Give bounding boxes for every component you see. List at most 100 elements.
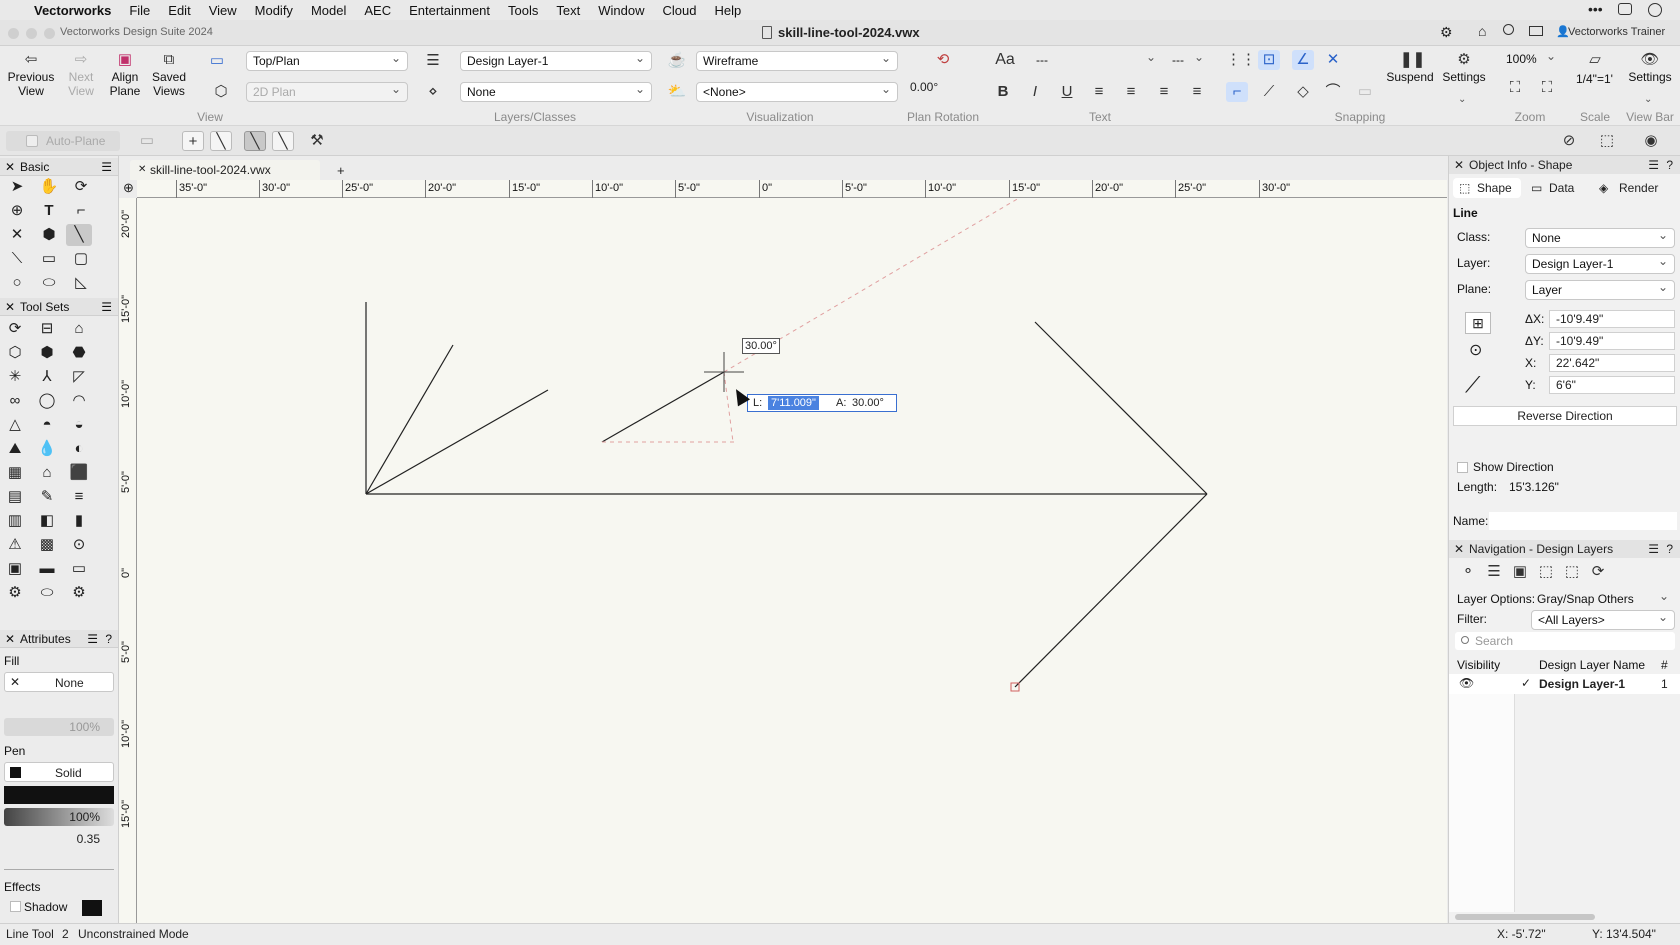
menu-file[interactable]: File <box>120 3 159 18</box>
tool-set-icon[interactable]: ▭ <box>66 558 92 580</box>
tool-set-icon[interactable]: ⬛ <box>66 462 92 484</box>
justify-icon[interactable]: ≡ <box>1186 82 1208 102</box>
tool-set-icon[interactable]: ⬡ <box>2 342 28 364</box>
x-field[interactable]: 22'.642" <box>1549 354 1675 372</box>
light-icon[interactable]: ⛅ <box>666 82 688 102</box>
pen-color-swatch[interactable] <box>4 786 114 804</box>
layer-search-input[interactable]: Search <box>1455 632 1675 650</box>
nav-viewport-icon[interactable]: ⬚ <box>1535 562 1557 582</box>
tool-set-icon[interactable]: ⌂ <box>34 462 60 484</box>
tool-set-icon[interactable]: ✳ <box>2 366 28 388</box>
arc-tool[interactable]: ◺ <box>68 272 94 294</box>
pan-tool[interactable]: ✋ <box>36 176 62 198</box>
menu-app[interactable]: Vectorworks <box>25 3 120 18</box>
circle-tool[interactable]: ○ <box>4 272 30 294</box>
double-line-tool[interactable]: ⟍ <box>4 248 30 270</box>
locus-tool[interactable]: ✕ <box>4 224 30 246</box>
snap-working-plane-icon[interactable]: ▭ <box>1354 82 1376 102</box>
snap-settings-button[interactable]: ⚙ Settings <box>1438 52 1490 85</box>
control-center-icon[interactable] <box>1618 3 1632 15</box>
bold-icon[interactable]: B <box>992 82 1014 102</box>
tool-set-icon[interactable]: ⌂ <box>66 318 92 340</box>
tool-set-icon[interactable]: ∞ <box>2 390 28 412</box>
shadow-color-swatch[interactable] <box>82 900 102 916</box>
mode-settings-icon[interactable]: ⚒ <box>306 131 328 151</box>
tool-set-icon[interactable]: ◧ <box>34 510 60 532</box>
plane-icon[interactable]: ▭ <box>136 131 158 151</box>
align-center-icon[interactable]: ≡ <box>1120 82 1142 102</box>
filter-select[interactable]: <All Layers> <box>1531 608 1675 630</box>
menu-edit[interactable]: Edit <box>159 3 199 18</box>
zoom-selection-icon[interactable]: ⛶ <box>1536 78 1558 98</box>
layers-icon[interactable]: ☰ <box>422 51 444 71</box>
zoom-fit-icon[interactable]: ⛶ <box>1504 78 1526 98</box>
ruler-origin-icon[interactable]: ⊕ <box>123 180 134 196</box>
tool-set-icon[interactable]: ✎ <box>34 486 60 508</box>
snap-edge-icon[interactable]: ⌒ <box>1322 82 1344 102</box>
menu-icon-3[interactable]: ☰ <box>87 630 98 648</box>
table-row[interactable]: 👁 ✓ Design Layer-1 1 <box>1449 674 1680 694</box>
menu-icon[interactable]: ☰ <box>101 158 112 176</box>
rectangle-tool[interactable]: ▭ <box>36 248 62 270</box>
snap-angle-icon[interactable]: ∠ <box>1292 50 1314 70</box>
plan-rotation-field[interactable]: 0.00° <box>904 79 976 99</box>
snap-tangent-icon[interactable]: ⟋ <box>1258 82 1280 102</box>
scale-icon[interactable]: ▱ <box>1584 50 1606 70</box>
text-tool[interactable]: T <box>36 200 62 222</box>
fill-style-select[interactable]: ✕ None <box>4 672 114 692</box>
length-field[interactable]: 7'11.009" <box>768 396 819 410</box>
menu-help[interactable]: Help <box>705 3 750 18</box>
show-direction-checkbox[interactable] <box>1457 462 1468 473</box>
tool-set-icon[interactable]: ⚙ <box>66 582 92 604</box>
align-left-icon[interactable]: ≡ <box>1088 82 1110 102</box>
tool-set-icon[interactable]: ⚠ <box>2 534 28 556</box>
mode-line-icon[interactable]: ╲ <box>210 131 232 151</box>
snap-object-icon[interactable]: ⊡ <box>1258 50 1280 70</box>
tool-set-icon[interactable]: ⛰ <box>2 438 28 460</box>
tool-set-icon[interactable]: ▬ <box>34 558 60 580</box>
close-icon-5[interactable]: ✕ <box>1454 540 1464 558</box>
center-point-icon[interactable]: ⊙ <box>1469 340 1482 360</box>
tool-set-icon[interactable]: ⊟ <box>34 318 60 340</box>
no-stroke-icon[interactable]: ⊘ <box>1558 131 1580 151</box>
tool-set-icon[interactable]: ▤ <box>2 486 28 508</box>
menu-model[interactable]: Model <box>302 3 355 18</box>
line-direction-icon[interactable]: ⟋ <box>1465 372 1480 398</box>
nav-graph-icon[interactable]: ⚬ <box>1457 562 1479 582</box>
tool-set-icon[interactable]: 💧 <box>34 438 60 460</box>
pen-style-select[interactable]: Solid <box>4 762 114 782</box>
layer-options-select[interactable]: Gray/Snap Others <box>1531 587 1675 610</box>
close-icon-3[interactable]: ✕ <box>5 630 15 648</box>
pen-opacity[interactable]: 100% <box>4 808 114 826</box>
search-icon[interactable] <box>1503 24 1514 35</box>
line-weight-select[interactable]: 0.35 <box>4 830 114 848</box>
projection-select[interactable]: 2D Plan <box>246 80 408 102</box>
rounded-rectangle-tool[interactable]: ▢ <box>68 248 94 270</box>
more-icon[interactable]: ••• <box>1588 1 1603 17</box>
tool-set-icon[interactable]: ⬢ <box>34 342 60 364</box>
scale-value[interactable]: 1/4"=1' <box>1576 72 1613 86</box>
dx-field[interactable]: -10'9.49" <box>1549 310 1675 328</box>
mail-icon[interactable] <box>1529 26 1543 36</box>
snap-distance-icon[interactable]: ⌐ <box>1226 82 1248 102</box>
tool-set-icon[interactable]: ⊙ <box>66 534 92 556</box>
tool-set-icon[interactable]: ▮ <box>66 510 92 532</box>
previous-view-button[interactable]: ⇦ Previous View <box>4 52 58 99</box>
render-icon[interactable]: ⬡ <box>210 82 232 102</box>
tool-set-icon[interactable]: ▩ <box>34 534 60 556</box>
tool-set-icon[interactable]: △ <box>2 414 28 436</box>
menu-text[interactable]: Text <box>547 3 589 18</box>
close-tab-icon[interactable]: ✕ <box>138 160 146 180</box>
account-name[interactable]: Vectorworks Trainer <box>1568 26 1665 38</box>
chevron-down-icon-2[interactable]: ⌄ <box>1644 94 1652 105</box>
dy-field[interactable]: -10'9.49" <box>1549 332 1675 350</box>
tool-set-icon[interactable]: ⅄ <box>34 366 60 388</box>
snap-point-icon[interactable]: ◇ <box>1292 82 1314 102</box>
nav-camera-icon[interactable]: ⬚ <box>1561 562 1583 582</box>
layer-dropdown[interactable]: Design Layer-1 <box>1525 252 1675 274</box>
align-plane-button[interactable]: ▣ Align Plane <box>104 52 146 99</box>
classes-icon[interactable]: ⋄ <box>422 82 444 102</box>
angle-field[interactable]: 30.00° <box>852 395 884 411</box>
globe-icon[interactable]: ◉ <box>1640 131 1662 151</box>
clock-icon[interactable] <box>1648 3 1662 17</box>
